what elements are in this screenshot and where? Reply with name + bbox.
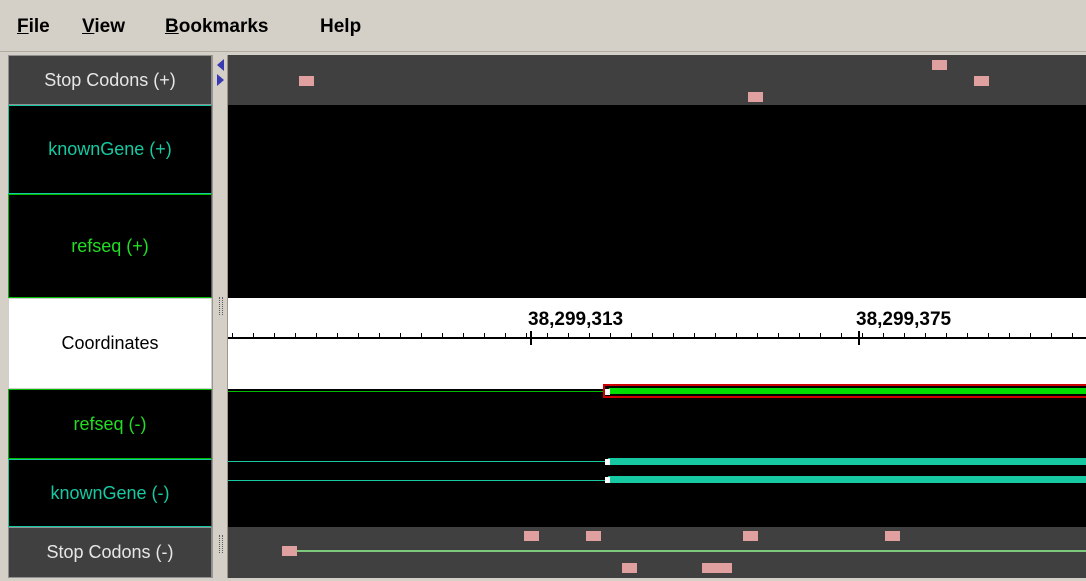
menu-bar: File View Bookmarks Help xyxy=(0,0,1086,52)
major-tick xyxy=(530,331,532,345)
track-label-text: knownGene (+) xyxy=(48,139,172,159)
major-tick xyxy=(858,331,860,345)
stop-codon-feature[interactable] xyxy=(932,60,947,70)
refseq-selected-feature[interactable] xyxy=(603,384,1086,398)
track-label-text: Stop Codons (-) xyxy=(46,542,174,562)
ruler-axis xyxy=(228,337,1086,339)
minor-tick xyxy=(631,333,632,338)
track-label-text: knownGene (-) xyxy=(50,482,170,503)
knowngene-exon[interactable] xyxy=(608,458,1086,465)
stop-codon-feature[interactable] xyxy=(885,531,900,541)
minor-tick xyxy=(1051,333,1052,338)
minor-tick xyxy=(925,333,926,338)
track-label-coordinates[interactable]: Coordinates xyxy=(8,298,212,389)
track-label-text: Coordinates xyxy=(61,333,159,353)
minor-tick xyxy=(799,333,800,338)
track-name-column: Stop Codons (+) knownGene (+) refseq (+)… xyxy=(8,55,212,578)
stop-codon-feature[interactable] xyxy=(282,546,297,556)
track-data-panel[interactable]: 38,299,313 38,299,375 xyxy=(228,55,1086,578)
track-label-text: refseq (+) xyxy=(71,235,149,256)
collapse-left-arrow-icon[interactable] xyxy=(217,59,224,71)
minor-tick xyxy=(358,333,359,338)
minor-tick xyxy=(946,333,947,338)
refseq-exon[interactable] xyxy=(609,388,1086,394)
minor-tick xyxy=(505,333,506,338)
minor-tick xyxy=(526,333,527,338)
coordinate-label: 38,299,375 xyxy=(856,309,952,330)
minor-tick xyxy=(295,333,296,338)
track-label-knowngene-plus[interactable]: knownGene (+) xyxy=(8,105,212,194)
stop-codons-plus-band xyxy=(228,55,1086,105)
minor-tick xyxy=(463,333,464,338)
minor-tick xyxy=(967,333,968,338)
minor-tick xyxy=(442,333,443,338)
minor-tick xyxy=(841,333,842,338)
track-label-stop-codons-plus[interactable]: Stop Codons (+) xyxy=(8,55,212,105)
minor-tick xyxy=(1009,333,1010,338)
menu-bookmarks[interactable]: Bookmarks xyxy=(165,16,269,38)
minor-tick xyxy=(337,333,338,338)
minor-tick xyxy=(820,333,821,338)
minor-tick xyxy=(736,333,737,338)
minor-tick xyxy=(883,333,884,338)
minor-tick xyxy=(253,333,254,338)
menu-help[interactable]: Help xyxy=(320,16,361,38)
minor-tick xyxy=(316,333,317,338)
coordinates-ruler[interactable]: 38,299,313 38,299,375 xyxy=(228,298,1086,389)
minor-tick xyxy=(673,333,674,338)
knowngene-intron-line[interactable] xyxy=(228,480,608,481)
divider-grip-icon xyxy=(219,535,223,553)
minor-tick xyxy=(274,333,275,338)
stop-codon-feature[interactable] xyxy=(299,76,314,86)
minor-tick xyxy=(715,333,716,338)
expand-right-arrow-icon[interactable] xyxy=(217,74,224,86)
minor-tick xyxy=(421,333,422,338)
minor-tick xyxy=(652,333,653,338)
stop-codon-feature[interactable] xyxy=(702,563,732,573)
track-label-refseq-minus[interactable]: refseq (-) xyxy=(8,389,212,459)
minor-tick xyxy=(904,333,905,338)
coordinate-label: 38,299,313 xyxy=(528,309,624,330)
stop-codon-feature[interactable] xyxy=(524,531,539,541)
stop-codon-feature[interactable] xyxy=(974,76,989,86)
feature-start-marker xyxy=(605,389,610,395)
minor-tick xyxy=(484,333,485,338)
minor-tick xyxy=(400,333,401,338)
divider-grip-icon xyxy=(219,297,223,315)
minor-tick xyxy=(232,333,233,338)
refseq-intron-line[interactable] xyxy=(228,391,604,392)
stop-codon-feature[interactable] xyxy=(748,92,763,102)
minor-tick xyxy=(694,333,695,338)
track-label-stop-codons-minus[interactable]: Stop Codons (-) xyxy=(8,527,212,578)
track-label-text: refseq (-) xyxy=(73,413,147,434)
menu-view[interactable]: View xyxy=(82,16,125,38)
stop-codons-minus-band xyxy=(228,527,1086,578)
minor-tick xyxy=(1030,333,1031,338)
minor-tick xyxy=(988,333,989,338)
minor-tick xyxy=(610,333,611,338)
minor-tick xyxy=(778,333,779,338)
knowngene-intron-line[interactable] xyxy=(228,461,608,462)
minor-tick xyxy=(379,333,380,338)
minor-tick xyxy=(1072,333,1073,338)
minor-tick xyxy=(568,333,569,338)
menu-file[interactable]: File xyxy=(17,16,50,38)
minor-tick xyxy=(862,333,863,338)
stop-codon-feature[interactable] xyxy=(586,531,601,541)
feature-start-marker xyxy=(605,459,610,465)
minor-tick xyxy=(547,333,548,338)
feature-start-marker xyxy=(605,477,610,483)
stop-codon-feature[interactable] xyxy=(743,531,758,541)
minor-tick xyxy=(589,333,590,338)
stop-codon-feature[interactable] xyxy=(622,563,637,573)
stop-codon-track-line xyxy=(288,550,1086,552)
track-label-text: Stop Codons (+) xyxy=(44,69,176,90)
panel-divider[interactable] xyxy=(212,55,228,578)
track-label-refseq-plus[interactable]: refseq (+) xyxy=(8,194,212,298)
knowngene-exon[interactable] xyxy=(608,476,1086,483)
track-label-knowngene-minus[interactable]: knownGene (-) xyxy=(8,459,212,527)
minor-tick xyxy=(757,333,758,338)
